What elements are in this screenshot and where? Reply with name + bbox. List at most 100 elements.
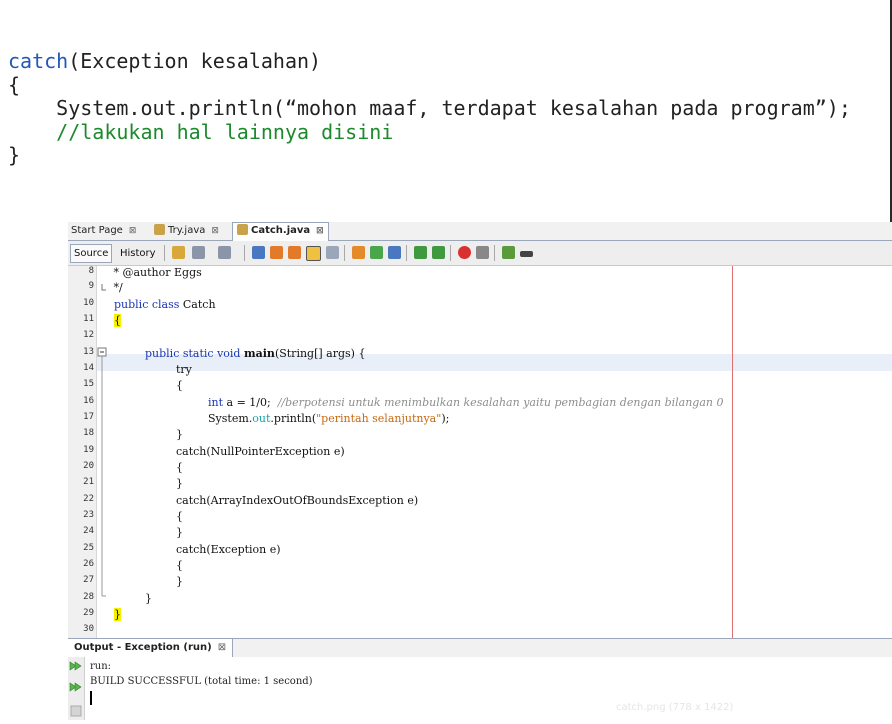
rerun-with-parameters-icon: [69, 682, 82, 692]
code-line-19: catch(NullPointerException e): [176, 445, 345, 458]
code-line-23: {: [176, 510, 183, 523]
uncomment-icon[interactable]: [520, 251, 533, 257]
output-panel[interactable]: run: BUILD SUCCESSFUL (total time: 1 sec…: [68, 657, 892, 720]
line-number: 8: [88, 266, 94, 276]
code-line-18: }: [176, 428, 183, 441]
output-line-1: run:: [90, 661, 112, 672]
snippet-line3: System.out.println(“mohon maaf, terdapat…: [8, 96, 851, 120]
shift-left-icon[interactable]: [414, 246, 427, 259]
close-icon[interactable]: ⊠: [316, 226, 324, 236]
stop-macro-icon[interactable]: [476, 246, 489, 259]
method-params: (String[] args) {: [274, 347, 366, 360]
statement: a = 1/0;: [223, 396, 278, 409]
statement: .println(: [270, 412, 317, 425]
line-number: 10: [83, 298, 94, 308]
keyword: public class: [114, 298, 180, 311]
line-number: 19: [83, 445, 94, 455]
line-number: 28: [83, 592, 94, 602]
code-editor[interactable]: 8 9 10 11 12 13 14 15 16 17 18 19 20 21 …: [68, 266, 892, 654]
toolbar-separator: [406, 245, 407, 261]
start-macro-icon[interactable]: [458, 246, 471, 259]
code-snippet: catch(Exception kesalahan) { System.out.…: [8, 49, 851, 168]
code-line-26: {: [176, 559, 183, 572]
line-number: 13: [83, 347, 94, 357]
line-number: 9: [88, 281, 94, 291]
image-caption: catch.png (778 x 1422): [616, 702, 734, 713]
method-name: main: [243, 347, 275, 360]
statement: System.: [208, 412, 253, 425]
line-number: 23: [83, 510, 94, 520]
toggle-rectangular-icon[interactable]: [326, 246, 339, 259]
toolbar-separator: [344, 245, 345, 261]
comment-icon[interactable]: [502, 246, 515, 259]
code-line-14: try: [176, 363, 192, 376]
code-line-25: catch(Exception e): [176, 543, 281, 556]
snippet-comment: //lakukan hal lainnya disini: [8, 119, 394, 144]
toolbar-separator: [164, 245, 165, 261]
line-number: 14: [83, 363, 94, 373]
keyword: public static void: [145, 347, 241, 360]
toolbar-separator: [494, 245, 495, 261]
last-edit-icon[interactable]: [172, 246, 185, 259]
tab-output[interactable]: Output - Exception (run) ⊠: [68, 639, 234, 657]
history-button[interactable]: History: [116, 244, 160, 263]
code-line-11: {: [114, 314, 121, 327]
class-name: Catch: [179, 298, 216, 311]
string-literal: "perintah selanjutnya": [316, 412, 442, 425]
editor-tab-bar: Start Page ⊠ Try.java ⊠ Catch.java ⊠: [68, 222, 892, 241]
find-icon[interactable]: [252, 246, 265, 259]
toolbar-separator: [244, 245, 245, 261]
snippet-line5: }: [8, 143, 21, 167]
previous-bookmark-icon[interactable]: [352, 246, 365, 259]
line-number-gutter: 8 9 10 11 12 13 14 15 16 17 18 19 20 21 …: [68, 266, 97, 654]
line-number: 12: [83, 330, 94, 340]
right-margin-guide: [732, 266, 733, 654]
next-bookmark-icon[interactable]: [370, 246, 383, 259]
code-line-16: int a = 1/0; //berpotensi untuk menimbul…: [208, 396, 724, 409]
matched-brace: {: [114, 314, 121, 327]
toolbar-separator: [450, 245, 451, 261]
line-number: 27: [83, 575, 94, 585]
tab-start-page[interactable]: Start Page ⊠: [71, 223, 136, 239]
tab-label: Catch.java: [251, 225, 311, 236]
line-number: 15: [83, 379, 94, 389]
keyword: int: [208, 396, 224, 409]
back-icon[interactable]: [192, 246, 205, 259]
output-line-2: BUILD SUCCESSFUL (total time: 1 second): [90, 676, 313, 687]
java-file-icon: [237, 224, 248, 235]
line-number: 22: [83, 494, 94, 504]
find-previous-icon[interactable]: [270, 246, 283, 259]
code-line-27: }: [176, 575, 183, 588]
code-line-24: }: [176, 526, 183, 539]
shift-right-icon[interactable]: [432, 246, 445, 259]
line-number: 21: [83, 477, 94, 487]
line-number: 20: [83, 461, 94, 471]
ide-window: Start Page ⊠ Try.java ⊠ Catch.java ⊠ Source…: [68, 222, 892, 720]
output-actions: [69, 661, 82, 717]
line-number: 24: [83, 526, 94, 536]
snippet-line2: {: [8, 72, 21, 97]
statement: );: [441, 412, 450, 425]
toggle-bookmark-icon[interactable]: [388, 246, 401, 259]
toggle-highlight-icon[interactable]: [306, 246, 321, 261]
matched-brace: }: [114, 608, 121, 621]
tab-try-java[interactable]: Try.java ⊠: [154, 223, 219, 239]
source-button[interactable]: Source: [70, 244, 113, 263]
stop-icon: [70, 705, 82, 717]
inline-comment: //berpotensi untuk menimbulkan kesalahan…: [277, 396, 724, 409]
tab-label: Try.java: [168, 225, 206, 236]
code-line-15: {: [176, 379, 183, 392]
code-line-8: * @author Eggs: [110, 266, 202, 279]
forward-icon[interactable]: [218, 246, 231, 259]
close-icon[interactable]: ⊠: [129, 226, 137, 236]
code-line-17: System.out.println("perintah selanjutnya…: [208, 412, 449, 425]
close-icon[interactable]: ⊠: [211, 226, 219, 236]
tab-catch-java[interactable]: Catch.java ⊠: [232, 222, 329, 241]
line-number: 26: [83, 559, 94, 569]
find-next-icon[interactable]: [288, 246, 301, 259]
tab-label: Start Page: [71, 225, 123, 236]
close-icon[interactable]: ⊠: [218, 642, 226, 653]
output-sidebar: [68, 657, 85, 720]
line-number: 30: [83, 624, 94, 634]
snippet-line1: (Exception kesalahan): [68, 49, 322, 73]
